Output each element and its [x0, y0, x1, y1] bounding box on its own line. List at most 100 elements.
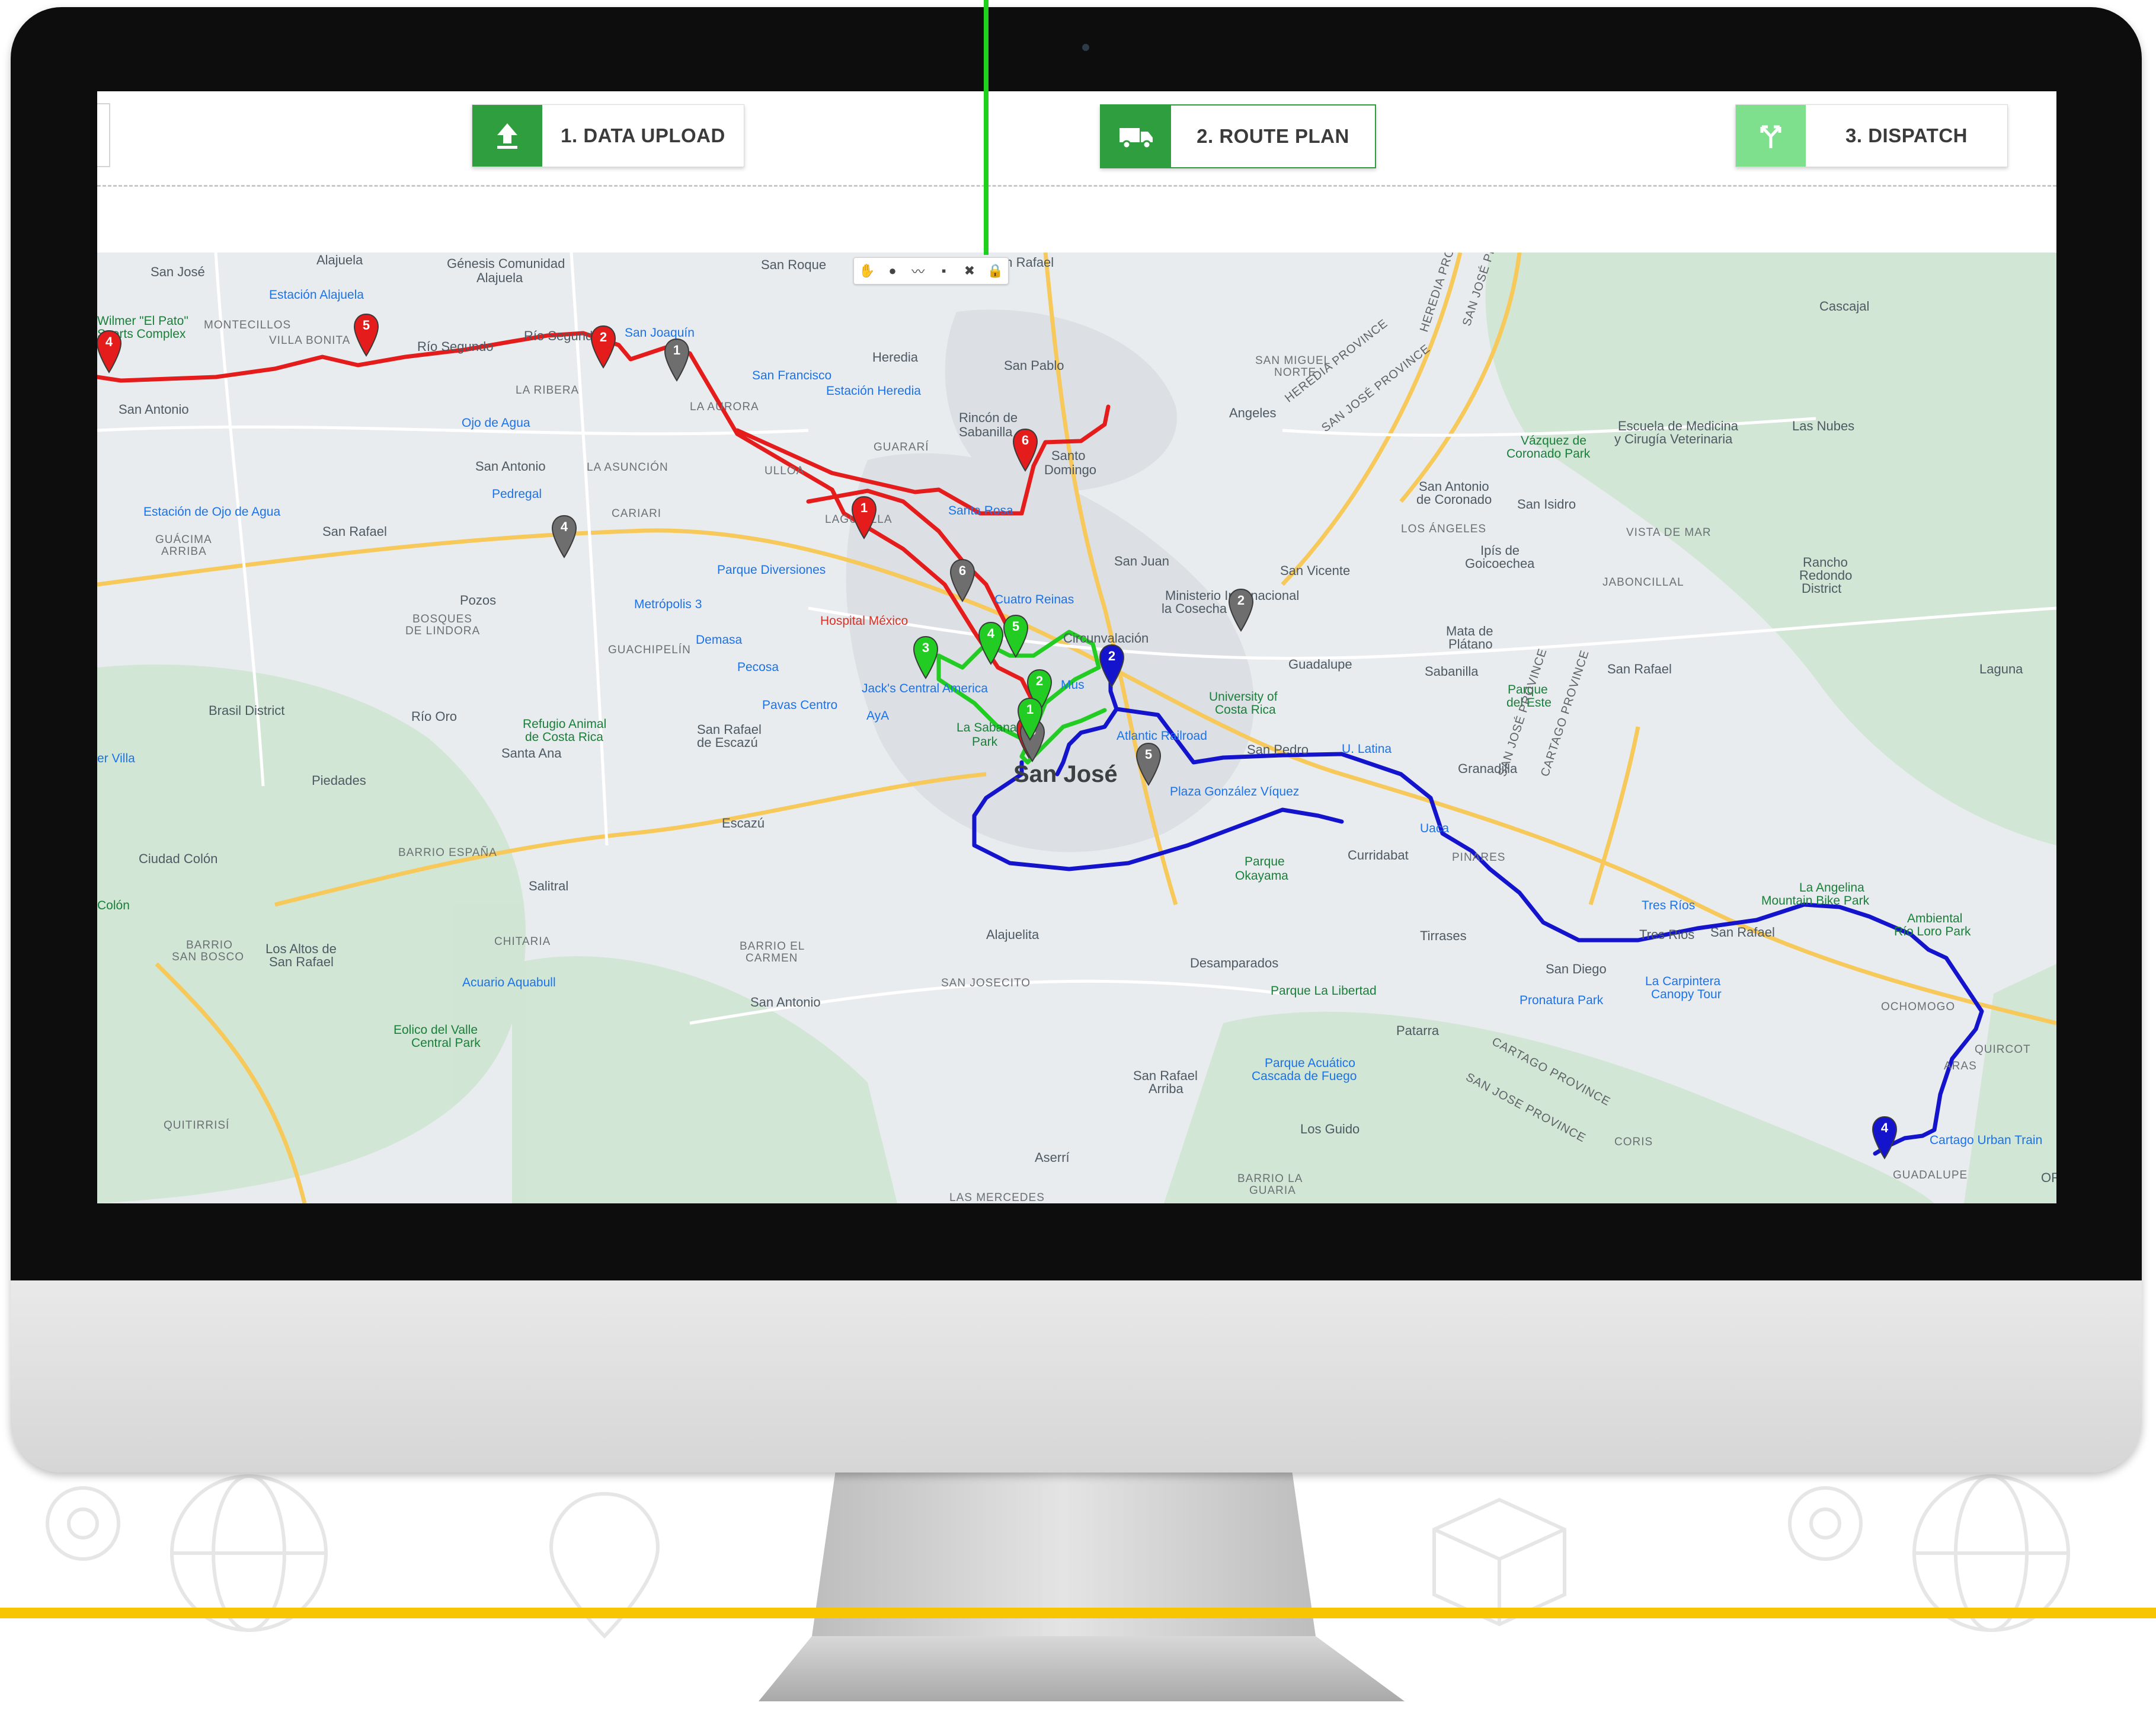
map-label-plaza-gonzalez: Plaza González Víquez — [1170, 785, 1300, 798]
map-label-hospital: Hospital México — [820, 614, 909, 628]
map-label-estacion-heredia: Estación Heredia — [826, 384, 921, 398]
marker-number: 4 — [560, 519, 568, 534]
map-label-desamparados: Desamparados — [1190, 956, 1279, 970]
map-label-heredia: Heredia — [872, 350, 919, 365]
map-label-angeles: Angeles — [1229, 405, 1277, 420]
map-label-la-asuncion: LA ASUNCIÓN — [587, 461, 668, 474]
map-label-rio-oro: Río Oro — [411, 709, 458, 724]
step-divider — [97, 185, 2056, 187]
marker-number: 5 — [1144, 747, 1153, 762]
map-label-wilmer1: Wilmer "El Pato" — [97, 314, 188, 328]
map-label-la-angelina1: La Angelina — [1799, 881, 1864, 895]
map-label-pronatura: Pronatura Park — [1520, 994, 1604, 1007]
map-label-u-latina: U. Latina — [1342, 742, 1392, 756]
map-label-vazquez2: Coronado Park — [1506, 447, 1591, 461]
marker-number: 6 — [958, 563, 967, 578]
map-label-san-jose-nw: San José — [151, 264, 205, 279]
map-label-cariari: CARIARI — [612, 507, 662, 520]
map-label-cascajal: Cascajal — [1819, 299, 1870, 314]
map-label-cartago-train: Cartago Urban Train — [1930, 1133, 2043, 1147]
map-label-aras: ARAS — [1944, 1060, 1977, 1072]
map-label-carpintera2: Canopy Tour — [1651, 988, 1722, 1001]
map-label-san-pedro: San Pedro — [1247, 742, 1309, 757]
map-label-ucr1: University of — [1209, 690, 1278, 704]
map-label-ipis2: Goicoechea — [1465, 556, 1535, 571]
monitor-chin — [11, 1280, 2142, 1473]
polyline-icon[interactable]: 〰 — [909, 262, 927, 280]
map-label-vazquez1: Vázquez de — [1521, 434, 1586, 448]
circle-icon[interactable]: ● — [884, 262, 901, 280]
map-label-parque-okayama1: Parque — [1245, 855, 1285, 868]
split-arrows-icon — [1736, 105, 1806, 167]
map-label-la-sabana1: La Sabana — [957, 721, 1017, 734]
map-label-tirrases: Tirrases — [1420, 928, 1467, 943]
app-screen: 1. DATA UPLOAD 2. ROUTE PLAN 3. DISPATCH — [97, 91, 2056, 1203]
close-icon[interactable]: ✖ — [961, 262, 978, 280]
map-label-bosques1: BOSQUES — [412, 613, 472, 625]
marker-number: 1 — [673, 343, 681, 357]
map-label-ambiental1: Ambiental — [1907, 912, 1963, 925]
map-label-aya: AyA — [866, 709, 890, 723]
lock-icon[interactable]: 🔒 — [986, 262, 1004, 280]
yellow-accent-line — [0, 1608, 2156, 1618]
marker-number: 2 — [1108, 649, 1116, 663]
map-label-genesis2: Alajuela — [476, 270, 523, 285]
map-label-brasil: Brasil District — [209, 703, 285, 718]
map-label-san-antonio-s: San Antonio — [750, 995, 821, 1010]
map-drawing-toolbar: ✋ ● 〰 ▪ ✖ 🔒 — [853, 257, 1009, 285]
map-label-rio-segundo2: Río Segundo — [524, 328, 600, 343]
step-dispatch[interactable]: 3. DISPATCH — [1735, 104, 2008, 167]
camera-icon — [1082, 44, 1089, 51]
map-label-ulloa: ULLOA — [764, 465, 805, 477]
map-label-la-aurora: LA AURORA — [690, 401, 759, 413]
map-label-guadalupe: Guadalupe — [1288, 657, 1352, 672]
step-route-plan[interactable]: 2. ROUTE PLAN — [1100, 104, 1376, 168]
map-label-san-rafael-e: San Rafael — [1607, 662, 1672, 676]
map-label-santa-ana: Santa Ana — [501, 746, 562, 761]
hand-icon[interactable]: ✋ — [858, 262, 876, 280]
map-label-santo1: Santo — [1051, 448, 1086, 463]
map-label-eolico1: Eolico del Valle — [394, 1023, 478, 1037]
map-label-pecosa: Pecosa — [737, 660, 779, 674]
step-data-upload[interactable]: 1. DATA UPLOAD — [472, 104, 744, 167]
map-label-barrio-sb2: SAN BOSCO — [172, 951, 244, 963]
map-label-guacima2: ARRIBA — [161, 545, 207, 558]
map-label-escazu: Escazú — [722, 816, 765, 831]
map-label-parque-acuatico2: Cascada de Fuego — [1252, 1069, 1357, 1083]
map-label-quircot: QUIRCOT — [1975, 1043, 2031, 1056]
map-label-pozos: Pozos — [460, 593, 497, 608]
marker-number: 5 — [1012, 619, 1020, 634]
map-label-rio-segundo: Río Segundo — [417, 339, 494, 354]
map-label-barrio-carmen2: CARMEN — [746, 952, 798, 964]
map-label-coris: CORIS — [1614, 1136, 1653, 1148]
map-label-villa: er Villa — [97, 752, 135, 765]
map-label-tres-rios: Tres Ríos — [1642, 899, 1696, 912]
map-label-patarra: Patarra — [1396, 1023, 1440, 1038]
map-label-jaboncillal: JABONCILLAL — [1602, 576, 1684, 589]
map-label-la-ribera: LA RIBERA — [516, 384, 580, 397]
route-plan-indicator-line — [984, 0, 989, 255]
map-label-ojo-de-agua: Ojo de Agua — [462, 416, 530, 430]
map-label-guarari: GUARARÍ — [874, 441, 929, 453]
map-label-ciudad-colon: Ciudad Colón — [139, 851, 218, 866]
upload-icon — [472, 105, 542, 167]
map-label-barrio-espana: BARRIO ESPAÑA — [398, 847, 497, 859]
map-label-san-rafael-escazu2: de Escazú — [697, 735, 758, 750]
map-label-parque-libertad: Parque La Libertad — [1271, 984, 1377, 998]
rectangle-icon[interactable]: ▪ — [935, 262, 953, 280]
collapsed-panel-button[interactable] — [97, 103, 110, 167]
map-label-guacima1: GUÁCIMA — [155, 534, 212, 546]
map-label-ucr2: Costa Rica — [1215, 703, 1276, 717]
map-label-estacion-alajuela: Estación Alajuela — [269, 288, 364, 302]
map-label-sabanilla: Sabanilla — [1425, 664, 1479, 679]
map-label-eolico2: Central Park — [411, 1036, 481, 1050]
route-map[interactable]: San José Génesis Comunidad Alajuela Estació… — [97, 253, 2056, 1203]
map-label-acuario: Acuario Aquabull — [462, 976, 556, 989]
map-label-salitral: Salitral — [529, 879, 569, 893]
map-label-san-rafael-arriba2: Arriba — [1149, 1081, 1183, 1096]
map-label-san-rafael-tr: San Rafael — [1710, 925, 1775, 940]
map-label-san-pablo: San Pablo — [1004, 358, 1064, 373]
map-label-los-guido: Los Guido — [1300, 1122, 1360, 1136]
map-label-estacion-ojo: Estación de Ojo de Agua — [143, 505, 281, 519]
map-label-bosques2: DE LINDORA — [405, 625, 481, 637]
